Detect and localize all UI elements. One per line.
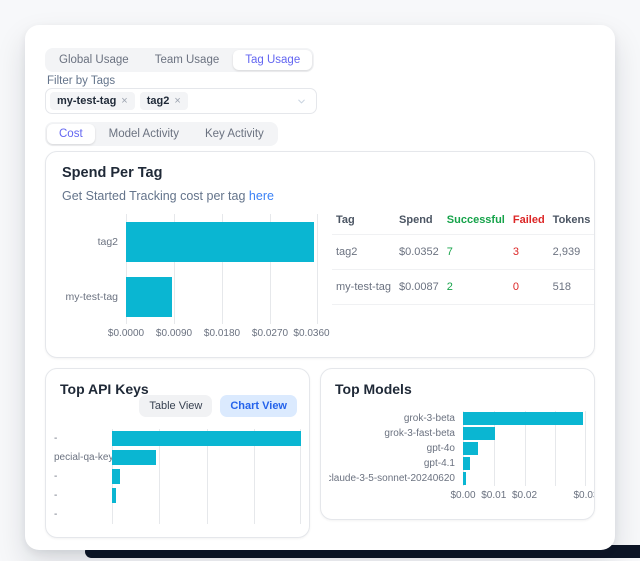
top-api-keys-card: Top API Keys Table View Chart View - pec… — [45, 368, 310, 538]
x-tick-label: $0.0360 — [293, 328, 329, 339]
card-subtitle: Get Started Tracking cost per tag here — [62, 189, 274, 203]
y-axis-label: - — [54, 505, 112, 524]
bar-api-key — [112, 450, 156, 465]
cell-tag: tag2 — [332, 235, 395, 270]
table-row: my-test-tag $0.0087 2 0 518 — [332, 270, 594, 305]
table-view-button[interactable]: Table View — [139, 395, 212, 417]
tab-model-activity[interactable]: Model Activity — [97, 124, 191, 144]
card-title: Spend Per Tag — [62, 165, 162, 181]
chart-view-button[interactable]: Chart View — [220, 395, 297, 417]
filter-by-tags-label: Filter by Tags — [47, 75, 115, 87]
bar-api-key — [112, 488, 116, 503]
tab-tag-usage[interactable]: Tag Usage — [233, 50, 312, 70]
bar-model — [463, 457, 470, 470]
col-header-spend: Spend — [395, 206, 443, 235]
bar-model — [463, 412, 583, 425]
x-tick-label: $0.0180 — [204, 328, 240, 339]
spend-per-tag-card: Spend Per Tag Get Started Tracking cost … — [45, 151, 595, 358]
table-row: tag2 $0.0352 7 3 2,939 — [332, 235, 594, 270]
bar-model — [463, 442, 478, 455]
top-models-card: Top Models grok-3-beta grok-3-fast-beta … — [320, 368, 595, 520]
y-axis-label: pecial-qa-key — [54, 448, 112, 467]
y-axis-labels: grok-3-beta grok-3-fast-beta gpt-4o gpt-… — [329, 411, 463, 486]
bar-model — [463, 472, 466, 485]
y-axis-label: my-test-tag — [58, 269, 126, 324]
x-tick-label: $0.02 — [512, 490, 537, 501]
y-axis-label: grok-3-beta — [329, 411, 463, 426]
y-axis-labels: tag2 my-test-tag — [58, 214, 126, 324]
cell-tokens: 518 — [549, 270, 595, 305]
chip-label: my-test-tag — [57, 95, 116, 107]
cell-successful: 7 — [443, 235, 509, 270]
y-axis-label: gpt-4o — [329, 441, 463, 456]
x-tick-label: $0.00 — [450, 490, 475, 501]
usage-tabs: Global Usage Team Usage Tag Usage — [45, 48, 314, 72]
card-title: Top API Keys — [60, 381, 149, 397]
plot-area — [112, 429, 301, 524]
get-started-link[interactable]: here — [249, 189, 274, 203]
col-header-tokens: Tokens — [549, 206, 595, 235]
subtitle-text: Get Started Tracking cost per tag — [62, 189, 245, 203]
col-header-tag: Tag — [332, 206, 395, 235]
y-axis-label: - — [54, 486, 112, 505]
selected-tag-chip: my-test-tag × — [50, 92, 135, 110]
chevron-down-icon[interactable] — [296, 96, 307, 107]
tab-team-usage[interactable]: Team Usage — [143, 50, 232, 70]
x-tick-label: $0.0270 — [252, 328, 288, 339]
bar-model — [463, 427, 495, 440]
y-axis-label: - — [54, 467, 112, 486]
spend-per-tag-chart: tag2 my-test-tag $0.0000 $0.0090 $0.0180… — [58, 214, 318, 324]
selected-tag-chip: tag2 × — [140, 92, 188, 110]
y-axis-label: tag2 — [58, 214, 126, 269]
tag-stats-table: Tag Spend Successful Failed Tokens tag2 … — [332, 206, 580, 305]
top-models-chart: grok-3-beta grok-3-fast-beta gpt-4o gpt-… — [329, 411, 586, 486]
metric-tabs: Cost Model Activity Key Activity — [45, 122, 278, 146]
y-axis-labels: - pecial-qa-key - - - — [54, 429, 112, 524]
bar-api-key — [112, 469, 120, 484]
col-header-successful: Successful — [443, 206, 509, 235]
top-api-keys-chart: - pecial-qa-key - - - — [54, 429, 301, 524]
x-tick-label: $0.0000 — [108, 328, 144, 339]
y-axis-label: gpt-4.1 — [329, 456, 463, 471]
bar-api-key — [112, 431, 301, 446]
plot-area: $0.00 $0.01 $0.02 $0.03 — [463, 411, 586, 486]
cell-failed: 3 — [509, 235, 549, 270]
bar-my-test-tag — [126, 277, 172, 317]
x-tick-label: $0.03 — [573, 490, 595, 501]
tab-key-activity[interactable]: Key Activity — [193, 124, 276, 144]
tab-global-usage[interactable]: Global Usage — [47, 50, 141, 70]
chip-label: tag2 — [147, 95, 170, 107]
y-axis-label: claude-3-5-sonnet-20240620 — [329, 471, 463, 486]
x-tick-label: $0.01 — [481, 490, 506, 501]
cell-failed: 0 — [509, 270, 549, 305]
tab-cost[interactable]: Cost — [47, 124, 95, 144]
view-toggle: Table View Chart View — [139, 395, 297, 417]
card-title: Top Models — [335, 381, 412, 397]
bar-tag2 — [126, 222, 314, 262]
usage-dashboard-window: Global Usage Team Usage Tag Usage Filter… — [25, 25, 615, 550]
remove-tag-icon[interactable]: × — [121, 95, 127, 107]
col-header-failed: Failed — [509, 206, 549, 235]
cell-tokens: 2,939 — [549, 235, 595, 270]
cell-spend: $0.0087 — [395, 270, 443, 305]
cell-spend: $0.0352 — [395, 235, 443, 270]
cell-successful: 2 — [443, 270, 509, 305]
x-tick-label: $0.0090 — [156, 328, 192, 339]
plot-area: $0.0000 $0.0090 $0.0180 $0.0270 $0.0360 — [126, 214, 318, 324]
remove-tag-icon[interactable]: × — [174, 95, 180, 107]
y-axis-label: - — [54, 429, 112, 448]
cell-tag: my-test-tag — [332, 270, 395, 305]
x-axis: $0.00 $0.01 $0.02 $0.03 — [463, 486, 586, 502]
tag-filter-select[interactable]: my-test-tag × tag2 × — [45, 88, 317, 114]
y-axis-label: grok-3-fast-beta — [329, 426, 463, 441]
x-axis: $0.0000 $0.0090 $0.0180 $0.0270 $0.0360 — [126, 324, 318, 340]
